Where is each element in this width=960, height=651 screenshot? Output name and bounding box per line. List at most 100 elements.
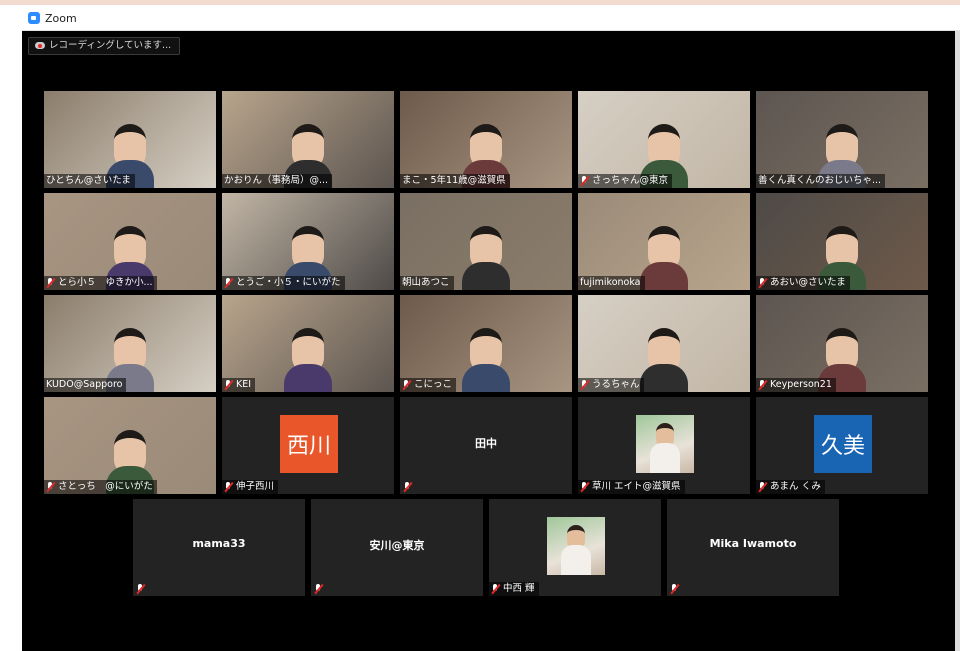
participant-name-center: Mika Iwamoto bbox=[709, 537, 797, 550]
participant-name: こにっこ bbox=[414, 379, 453, 390]
window-title: Zoom bbox=[45, 11, 77, 25]
participant-name: あまん くみ bbox=[770, 481, 821, 492]
participant-tile[interactable]: とら小５ ゆきか小... bbox=[44, 193, 216, 290]
participant-name: KEI bbox=[236, 379, 252, 390]
participant-video-figure bbox=[640, 328, 688, 392]
muted-mic-icon bbox=[491, 584, 500, 594]
participant-tile[interactable]: さとっち @にいがた bbox=[44, 397, 216, 494]
avatar-initials: 久美 bbox=[814, 415, 872, 473]
scrollbar[interactable] bbox=[955, 31, 960, 651]
participant-nametag: さっちゃん@東京 bbox=[578, 174, 673, 188]
participant-name: fujimikonoka bbox=[580, 277, 641, 288]
avatar-photo bbox=[636, 415, 694, 473]
participant-name: 中西 輝 bbox=[503, 583, 535, 594]
participant-tile[interactable]: 安川@東京 bbox=[311, 499, 483, 596]
participant-tile[interactable]: さっちゃん@東京 bbox=[578, 91, 750, 188]
participant-nametag: こにっこ bbox=[400, 378, 457, 392]
muted-mic-icon bbox=[403, 482, 412, 492]
participant-name-center: mama33 bbox=[192, 537, 246, 550]
participant-name: 善くん真くんのおじいちゃ... bbox=[758, 175, 882, 186]
participant-name: うるちゃん bbox=[592, 379, 640, 390]
muted-mic-icon bbox=[670, 584, 679, 594]
participant-tile[interactable]: うるちゃん bbox=[578, 295, 750, 392]
participant-name: あおい@さいたま bbox=[770, 277, 846, 288]
participant-tile[interactable]: 善くん真くんのおじいちゃ... bbox=[756, 91, 928, 188]
muted-mic-icon bbox=[46, 482, 55, 492]
browser-top-strip bbox=[0, 0, 960, 5]
participant-name: まこ・5年11歳@滋賀県 bbox=[402, 175, 506, 186]
participant-video-figure bbox=[462, 226, 510, 290]
participant-tile[interactable]: 西川 伸子西川 bbox=[222, 397, 394, 494]
window-titlebar: Zoom bbox=[22, 6, 960, 31]
participant-nametag: KUDO@Sapporo bbox=[44, 378, 127, 392]
participant-tile[interactable]: あおい@さいたま bbox=[756, 193, 928, 290]
muted-mic-icon bbox=[224, 278, 233, 288]
avatar-initials: 西川 bbox=[280, 415, 338, 473]
muted-mic-icon bbox=[580, 380, 589, 390]
participant-name: ひとちん@さいたま bbox=[46, 175, 131, 186]
participant-name: さとっち @にいがた bbox=[58, 481, 153, 492]
participant-name: かおりん（事務局）@... bbox=[224, 175, 329, 186]
participant-tile[interactable]: mama33 bbox=[133, 499, 305, 596]
participant-name: さっちゃん@東京 bbox=[592, 175, 669, 186]
participant-tile[interactable]: 草川 エイト@滋賀県 bbox=[578, 397, 750, 494]
participant-nametag: さとっち @にいがた bbox=[44, 480, 157, 494]
participant-nametag: fujimikonoka bbox=[578, 276, 645, 290]
participant-tile[interactable]: KEI bbox=[222, 295, 394, 392]
participant-name: 伸子西川 bbox=[236, 481, 275, 492]
muted-mic-icon bbox=[758, 278, 767, 288]
participant-tile[interactable]: こにっこ bbox=[400, 295, 572, 392]
participant-tile[interactable]: まこ・5年11歳@滋賀県 bbox=[400, 91, 572, 188]
muted-mic-icon bbox=[224, 482, 233, 492]
participant-tile[interactable]: Keyperson21 bbox=[756, 295, 928, 392]
participant-nametag: あまん くみ bbox=[756, 480, 825, 494]
participant-tile[interactable]: 田中 bbox=[400, 397, 572, 494]
recording-label: レコーディングしています... bbox=[49, 40, 172, 51]
muted-mic-icon bbox=[758, 380, 767, 390]
participant-name: とら小５ ゆきか小... bbox=[58, 277, 153, 288]
participant-tile[interactable]: 中西 輝 bbox=[489, 499, 661, 596]
participant-tile[interactable]: fujimikonoka bbox=[578, 193, 750, 290]
muted-mic-icon bbox=[46, 278, 55, 288]
participant-tile[interactable]: 久美あまん くみ bbox=[756, 397, 928, 494]
participant-name-center: 安川@東京 bbox=[369, 539, 425, 552]
participant-nametag: とうご・小５・にいがた bbox=[222, 276, 345, 290]
participant-name: KUDO@Sapporo bbox=[46, 379, 123, 390]
participant-name: 草川 エイト@滋賀県 bbox=[592, 481, 681, 492]
participant-tile[interactable]: とうご・小５・にいがた bbox=[222, 193, 394, 290]
participant-tile[interactable]: かおりん（事務局）@... bbox=[222, 91, 394, 188]
participant-video-figure bbox=[640, 226, 688, 290]
participant-video-figure bbox=[462, 328, 510, 392]
muted-mic-icon bbox=[136, 584, 145, 594]
muted-mic-icon bbox=[314, 584, 323, 594]
participant-nametag: 中西 輝 bbox=[489, 582, 539, 596]
participant-nametag: うるちゃん bbox=[578, 378, 644, 392]
participant-name: とうご・小５・にいがた bbox=[236, 277, 341, 288]
participant-name: Keyperson21 bbox=[770, 379, 832, 390]
muted-mic-icon bbox=[758, 482, 767, 492]
recording-indicator[interactable]: レコーディングしています... bbox=[28, 37, 181, 55]
muted-mic-icon bbox=[402, 380, 411, 390]
meeting-gallery: レコーディングしています... ひとちん@さいたま かおりん（事務局）@... まこ… bbox=[22, 31, 960, 651]
participant-nametag: 草川 エイト@滋賀県 bbox=[578, 480, 685, 494]
participant-tile[interactable]: KUDO@Sapporo bbox=[44, 295, 216, 392]
participant-nametag: 朝山あつこ bbox=[400, 276, 454, 290]
participant-nametag: KEI bbox=[222, 378, 256, 392]
muted-mic-icon bbox=[580, 176, 589, 186]
participant-nametag: 善くん真くんのおじいちゃ... bbox=[756, 174, 886, 188]
participant-name-center: 田中 bbox=[475, 437, 497, 450]
participant-nametag: かおりん（事務局）@... bbox=[222, 174, 333, 188]
participant-nametag: 伸子西川 bbox=[222, 480, 279, 494]
participant-name: 朝山あつこ bbox=[402, 277, 450, 288]
participant-nametag: とら小５ ゆきか小... bbox=[44, 276, 157, 290]
participant-tile[interactable]: ひとちん@さいたま bbox=[44, 91, 216, 188]
participant-nametag: ひとちん@さいたま bbox=[44, 174, 135, 188]
participant-video-figure bbox=[284, 328, 332, 392]
participant-tile[interactable]: 朝山あつこ bbox=[400, 193, 572, 290]
avatar-photo bbox=[547, 517, 605, 575]
participant-tile[interactable]: Mika Iwamoto bbox=[667, 499, 839, 596]
participant-nametag: あおい@さいたま bbox=[756, 276, 850, 290]
participant-nametag: まこ・5年11歳@滋賀県 bbox=[400, 174, 510, 188]
muted-mic-icon bbox=[224, 380, 233, 390]
cloud-record-icon bbox=[35, 42, 45, 49]
